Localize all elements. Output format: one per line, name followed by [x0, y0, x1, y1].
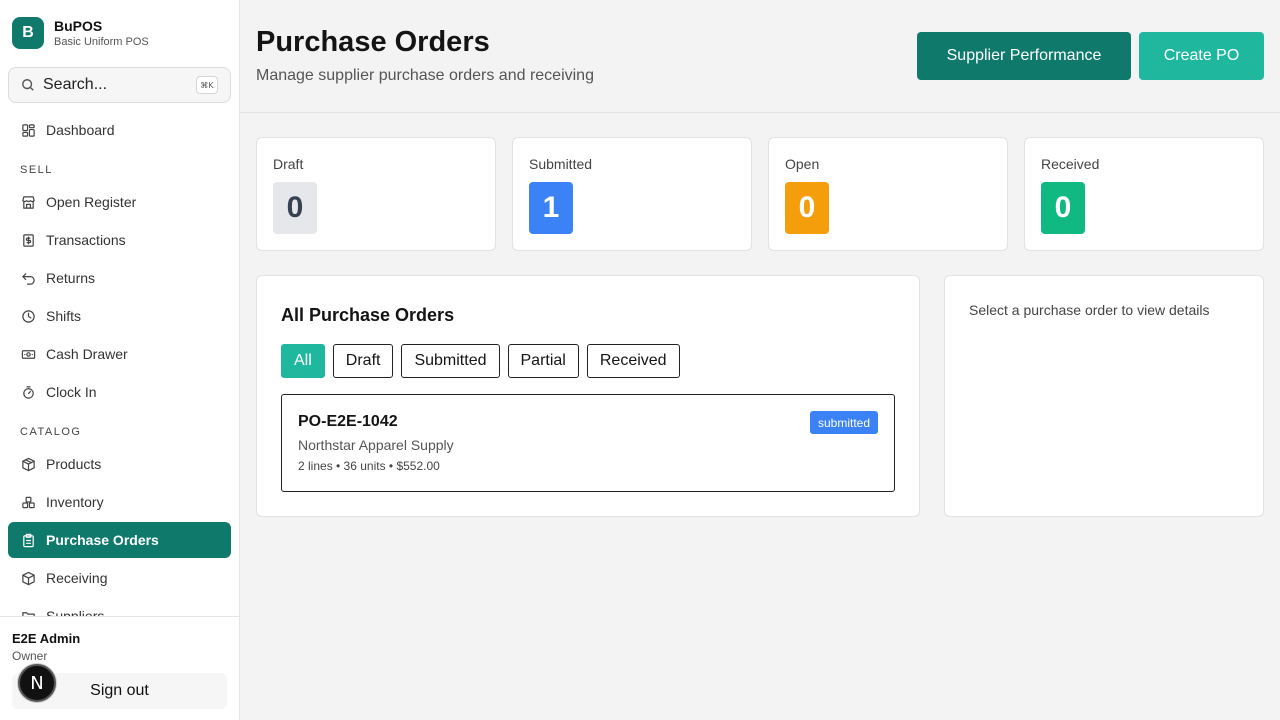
package-check-icon — [20, 570, 36, 586]
sidebar-item-label: Inventory — [46, 494, 104, 510]
sidebar-item-purchase-orders[interactable]: Purchase Orders — [8, 522, 231, 558]
filter-partial[interactable]: Partial — [507, 344, 579, 378]
sidebar-item-label: Returns — [46, 270, 96, 286]
sidebar: B BuPOS Basic Uniform POS ⌘K Dashboard SE… — [0, 0, 240, 720]
clock-icon — [20, 308, 36, 324]
sidebar-item-label: Cash Drawer — [46, 346, 128, 362]
receipt-icon — [20, 232, 36, 248]
filter-submitted[interactable]: Submitted — [401, 344, 500, 378]
filter-received[interactable]: Received — [586, 344, 680, 378]
sidebar-item-label: Receiving — [46, 570, 108, 586]
search-box[interactable]: ⌘K — [8, 67, 231, 103]
status-badge: submitted — [809, 411, 878, 434]
nav-section-sell: SELL — [20, 164, 53, 176]
sidebar-item-inventory[interactable]: Inventory — [8, 484, 231, 520]
purchase-order-card[interactable]: PO-E2E-1042 Northstar Apparel Supply 2 l… — [281, 394, 895, 492]
search-shortcut: ⌘K — [196, 76, 218, 94]
page-header: Purchase Orders Manage supplier purchase… — [240, 0, 1280, 113]
stat-label: Draft — [273, 156, 304, 172]
stat-label: Open — [785, 156, 820, 172]
po-summary: 2 lines • 36 units • $552.00 — [298, 459, 440, 473]
sidebar-item-label: Transactions — [46, 232, 126, 248]
sidebar-item-clock-in[interactable]: Clock In — [8, 374, 231, 410]
store-icon — [20, 194, 36, 210]
stat-label: Received — [1041, 156, 1100, 172]
status-filter-group: All Draft Submitted Partial Received — [281, 344, 688, 378]
boxes-icon — [20, 494, 36, 510]
stat-value: 1 — [529, 182, 573, 234]
search-input[interactable] — [43, 76, 183, 94]
stat-value: 0 — [1041, 182, 1085, 234]
package-icon — [20, 456, 36, 472]
sidebar-item-returns[interactable]: Returns — [8, 260, 231, 296]
brand-logo: B — [12, 17, 44, 49]
filter-all[interactable]: All — [281, 344, 325, 378]
sidebar-nav: Dashboard SELL Open Register Transactions Re… — [8, 112, 231, 617]
sidebar-item-suppliers[interactable]: Suppliers — [8, 598, 231, 617]
user-role: Owner — [12, 649, 48, 663]
next-dev-badge[interactable]: N — [18, 664, 56, 702]
page-title: Purchase Orders — [256, 26, 490, 58]
clipboard-icon — [20, 532, 36, 548]
timer-icon — [20, 384, 36, 400]
po-detail-panel: Select a purchase order to view details — [944, 275, 1264, 517]
sidebar-item-label: Shifts — [46, 308, 82, 324]
sidebar-item-open-register[interactable]: Open Register — [8, 184, 231, 220]
page-subtitle: Manage supplier purchase orders and rece… — [256, 67, 594, 84]
stat-card-open: Open 0 — [768, 137, 1008, 251]
search-icon — [22, 79, 34, 91]
sidebar-item-label: Purchase Orders — [46, 532, 159, 548]
dashboard-icon — [20, 122, 36, 138]
po-number: PO-E2E-1042 — [298, 413, 398, 430]
stat-value: 0 — [273, 182, 317, 234]
banknote-icon — [20, 346, 36, 362]
brand-subtitle: Basic Uniform POS — [54, 35, 149, 48]
sidebar-item-label: Clock In — [46, 384, 97, 400]
sidebar-item-cash-drawer[interactable]: Cash Drawer — [8, 336, 231, 372]
undo-icon — [20, 270, 36, 286]
brand[interactable]: B BuPOS Basic Uniform POS — [12, 17, 149, 49]
sidebar-item-shifts[interactable]: Shifts — [8, 298, 231, 334]
stat-label: Submitted — [529, 156, 593, 172]
panel-title: All Purchase Orders — [281, 305, 455, 325]
stat-card-received: Received 0 — [1024, 137, 1264, 251]
sidebar-item-receiving[interactable]: Receiving — [8, 560, 231, 596]
filter-draft[interactable]: Draft — [332, 344, 394, 378]
stat-card-submitted: Submitted 1 — [512, 137, 752, 251]
sidebar-item-label: Dashboard — [46, 122, 115, 138]
sidebar-item-dashboard[interactable]: Dashboard — [8, 112, 231, 148]
stat-card-draft: Draft 0 — [256, 137, 496, 251]
stat-value: 0 — [785, 182, 829, 234]
user-name: E2E Admin — [12, 631, 81, 646]
nav-section-catalog: CATALOG — [20, 426, 82, 438]
main-content: Purchase Orders Manage supplier purchase… — [240, 0, 1280, 720]
create-po-button[interactable]: Create PO — [1139, 32, 1264, 80]
sidebar-item-label: Open Register — [46, 194, 137, 210]
sidebar-item-products[interactable]: Products — [8, 446, 231, 482]
purchase-orders-panel: All Purchase Orders All Draft Submitted Par… — [256, 275, 920, 517]
detail-empty-message: Select a purchase order to view details — [969, 302, 1210, 318]
po-supplier: Northstar Apparel Supply — [298, 437, 454, 453]
sidebar-item-transactions[interactable]: Transactions — [8, 222, 231, 258]
supplier-performance-button[interactable]: Supplier Performance — [917, 32, 1131, 80]
brand-name: BuPOS — [54, 17, 103, 34]
sidebar-item-label: Products — [46, 456, 102, 472]
